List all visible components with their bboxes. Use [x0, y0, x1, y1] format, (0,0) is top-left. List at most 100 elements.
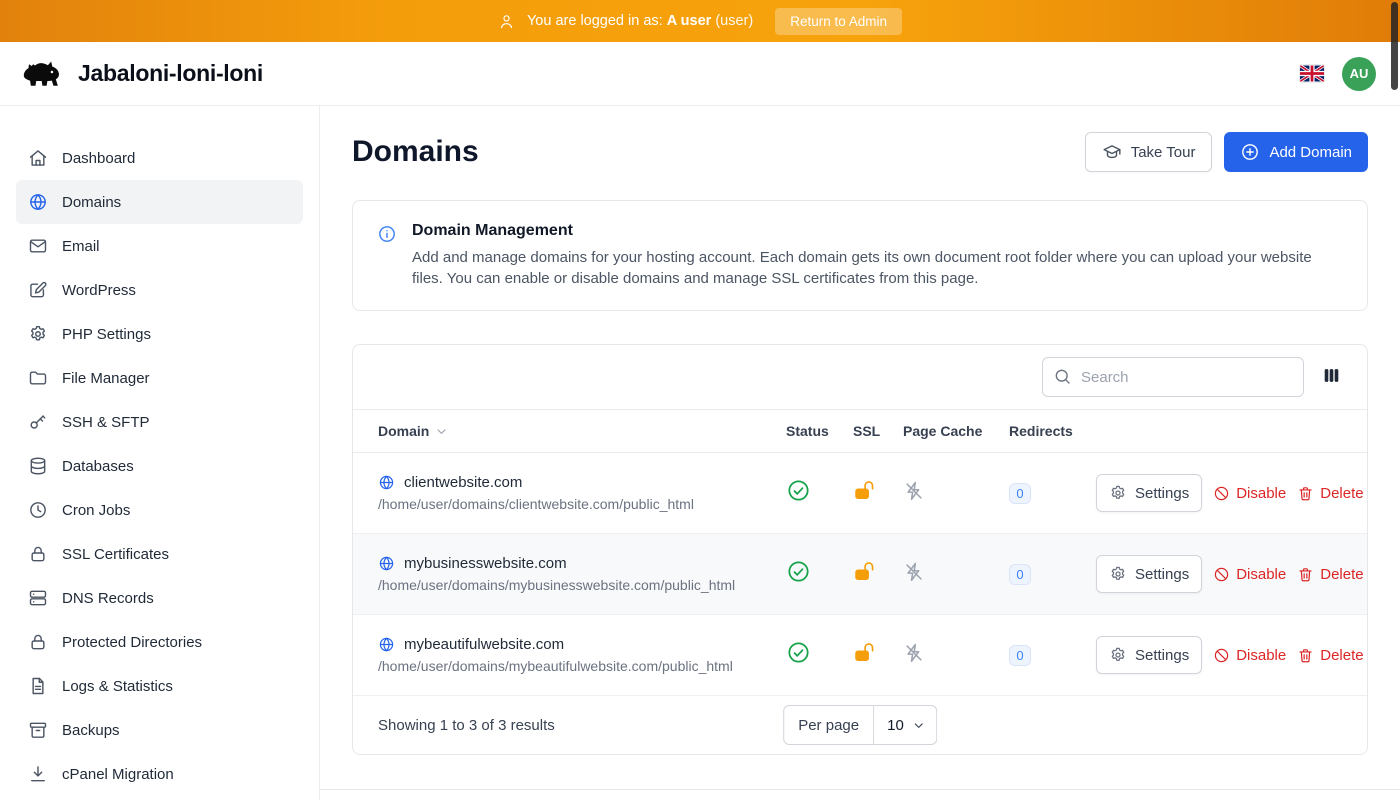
redirects-count-badge[interactable]: 0 — [1009, 564, 1031, 585]
bottom-divider — [320, 789, 1400, 790]
globe-icon — [28, 192, 48, 212]
disable-label: Disable — [1236, 485, 1286, 502]
ssl-unlocked-icon[interactable] — [853, 641, 876, 664]
banner-prefix: You are logged in as: — [527, 13, 663, 29]
search-icon — [1053, 367, 1072, 386]
actions-cell: Settings Disable Delete — [1096, 555, 1364, 593]
ssl-unlocked-icon[interactable] — [853, 560, 876, 583]
trash-icon — [1297, 566, 1314, 583]
status-cell — [786, 478, 853, 508]
app-root: You are logged in as: A user (user) Retu… — [0, 0, 1400, 800]
domain-name[interactable]: clientwebsite.com — [404, 474, 522, 491]
column-settings-button[interactable] — [1318, 362, 1345, 392]
add-domain-button[interactable]: Add Domain — [1224, 132, 1368, 172]
gear-icon — [1109, 484, 1127, 502]
column-header-ssl: SSL — [853, 423, 903, 439]
sidebar-item-email[interactable]: Email — [16, 224, 303, 268]
disable-button[interactable]: Disable — [1213, 485, 1286, 502]
sidebar-item-ssh-sftp[interactable]: SSH & SFTP — [16, 400, 303, 444]
settings-label: Settings — [1135, 647, 1189, 664]
user-avatar[interactable]: AU — [1342, 57, 1376, 91]
database-icon — [28, 456, 48, 476]
delete-button[interactable]: Delete — [1297, 566, 1363, 583]
sidebar-item-logs-statistics[interactable]: Logs & Statistics — [16, 664, 303, 708]
sidebar-item-php-settings[interactable]: PHP Settings — [16, 312, 303, 356]
sidebar-item-dns-records[interactable]: DNS Records — [16, 576, 303, 620]
search-box — [1042, 357, 1304, 397]
redirects-count-badge[interactable]: 0 — [1009, 645, 1031, 666]
impersonation-banner: You are logged in as: A user (user) Retu… — [0, 0, 1400, 42]
sidebar-item-label: Email — [62, 238, 100, 255]
per-page-label: Per page — [783, 705, 874, 745]
key-icon — [28, 412, 48, 432]
gear-icon — [28, 324, 48, 344]
sidebar-item-file-manager[interactable]: File Manager — [16, 356, 303, 400]
disable-button[interactable]: Disable — [1213, 647, 1286, 664]
page-title: Domains — [352, 135, 479, 169]
sidebar-item-cron-jobs[interactable]: Cron Jobs — [16, 488, 303, 532]
gear-icon — [1109, 646, 1127, 664]
return-to-admin-button[interactable]: Return to Admin — [775, 8, 902, 35]
folder-icon — [28, 368, 48, 388]
page-cache-cell — [903, 480, 1009, 507]
table-row: mybusinesswebsite.com /home/user/domains… — [353, 534, 1367, 615]
uk-flag-icon[interactable] — [1300, 65, 1324, 82]
banner-text: You are logged in as: A user (user) — [527, 13, 753, 29]
per-page-control: Per page 10 — [783, 705, 937, 745]
sidebar-item-label: Protected Directories — [62, 634, 202, 651]
lock-icon — [28, 544, 48, 564]
delete-label: Delete — [1320, 566, 1363, 583]
sidebar-item-cpanel-migration[interactable]: cPanel Migration — [16, 752, 303, 796]
sidebar-item-ssl-certificates[interactable]: SSL Certificates — [16, 532, 303, 576]
sidebar-item-domains[interactable]: Domains — [16, 180, 303, 224]
scrollbar-thumb[interactable] — [1391, 2, 1398, 90]
columns-icon — [1322, 366, 1341, 385]
sidebar-item-label: SSL Certificates — [62, 546, 169, 563]
settings-button[interactable]: Settings — [1096, 474, 1202, 512]
domain-cell: mybusinesswebsite.com /home/user/domains… — [378, 541, 786, 607]
main-content: Domains Take Tour Add Domain Domain Mana… — [320, 106, 1400, 800]
settings-label: Settings — [1135, 566, 1189, 583]
delete-button[interactable]: Delete — [1297, 647, 1363, 664]
actions-cell: Settings Disable Delete — [1096, 636, 1364, 674]
sidebar-item-label: Backups — [62, 722, 120, 739]
settings-button[interactable]: Settings — [1096, 555, 1202, 593]
domain-name[interactable]: mybusinesswebsite.com — [404, 555, 567, 572]
sidebar-item-label: Dashboard — [62, 150, 135, 167]
sidebar-item-dashboard[interactable]: Dashboard — [16, 136, 303, 180]
ssl-unlocked-icon[interactable] — [853, 479, 876, 502]
ssl-cell — [853, 479, 903, 507]
page-cache-off-icon[interactable] — [903, 480, 925, 502]
info-icon — [377, 224, 397, 244]
status-cell — [786, 559, 853, 589]
app-header: Jabaloni-loni-loni AU — [0, 42, 1400, 106]
page-head: Domains Take Tour Add Domain — [352, 132, 1368, 172]
page-cache-off-icon[interactable] — [903, 561, 925, 583]
sidebar-item-wordpress[interactable]: WordPress — [16, 268, 303, 312]
sidebar-item-label: Cron Jobs — [62, 502, 130, 519]
pencil-icon — [28, 280, 48, 300]
column-header-page-cache: Page Cache — [903, 423, 1009, 439]
settings-button[interactable]: Settings — [1096, 636, 1202, 674]
domain-name[interactable]: mybeautifulwebsite.com — [404, 636, 564, 653]
take-tour-button[interactable]: Take Tour — [1085, 132, 1213, 172]
column-header-domain[interactable]: Domain — [378, 423, 786, 439]
column-header-redirects: Redirects — [1009, 423, 1096, 439]
delete-button[interactable]: Delete — [1297, 485, 1363, 502]
sidebar-item-databases[interactable]: Databases — [16, 444, 303, 488]
search-input[interactable] — [1042, 357, 1304, 397]
disable-button[interactable]: Disable — [1213, 566, 1286, 583]
redirects-count-badge[interactable]: 0 — [1009, 483, 1031, 504]
sidebar-item-label: WordPress — [62, 282, 136, 299]
page-cache-off-icon[interactable] — [903, 642, 925, 664]
chevron-down-icon — [911, 718, 926, 733]
column-header-domain-label: Domain — [378, 423, 429, 439]
sidebar-item-label: Domains — [62, 194, 121, 211]
info-card-description: Add and manage domains for your hosting … — [412, 247, 1332, 289]
banner-role: (user) — [715, 13, 753, 29]
per-page-select[interactable]: 10 — [874, 705, 937, 745]
globe-icon — [378, 555, 395, 572]
sidebar-item-protected-directories[interactable]: Protected Directories — [16, 620, 303, 664]
sidebar-item-backups[interactable]: Backups — [16, 708, 303, 752]
graduation-cap-icon — [1102, 142, 1122, 162]
